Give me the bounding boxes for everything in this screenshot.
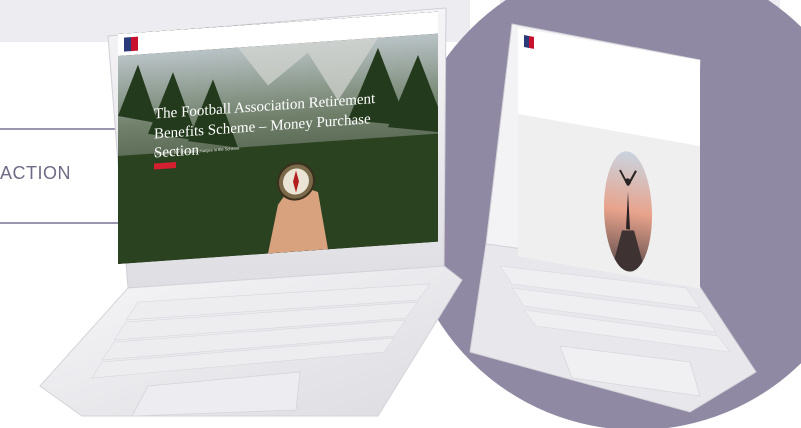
right-laptop-screen	[518, 28, 700, 289]
marketing-mockup-scene: ACTION The Football Association Retireme…	[0, 0, 801, 428]
right-site-nav	[682, 67, 694, 69]
intro-paragraph	[532, 74, 682, 100]
fa-logo-small	[524, 35, 534, 49]
